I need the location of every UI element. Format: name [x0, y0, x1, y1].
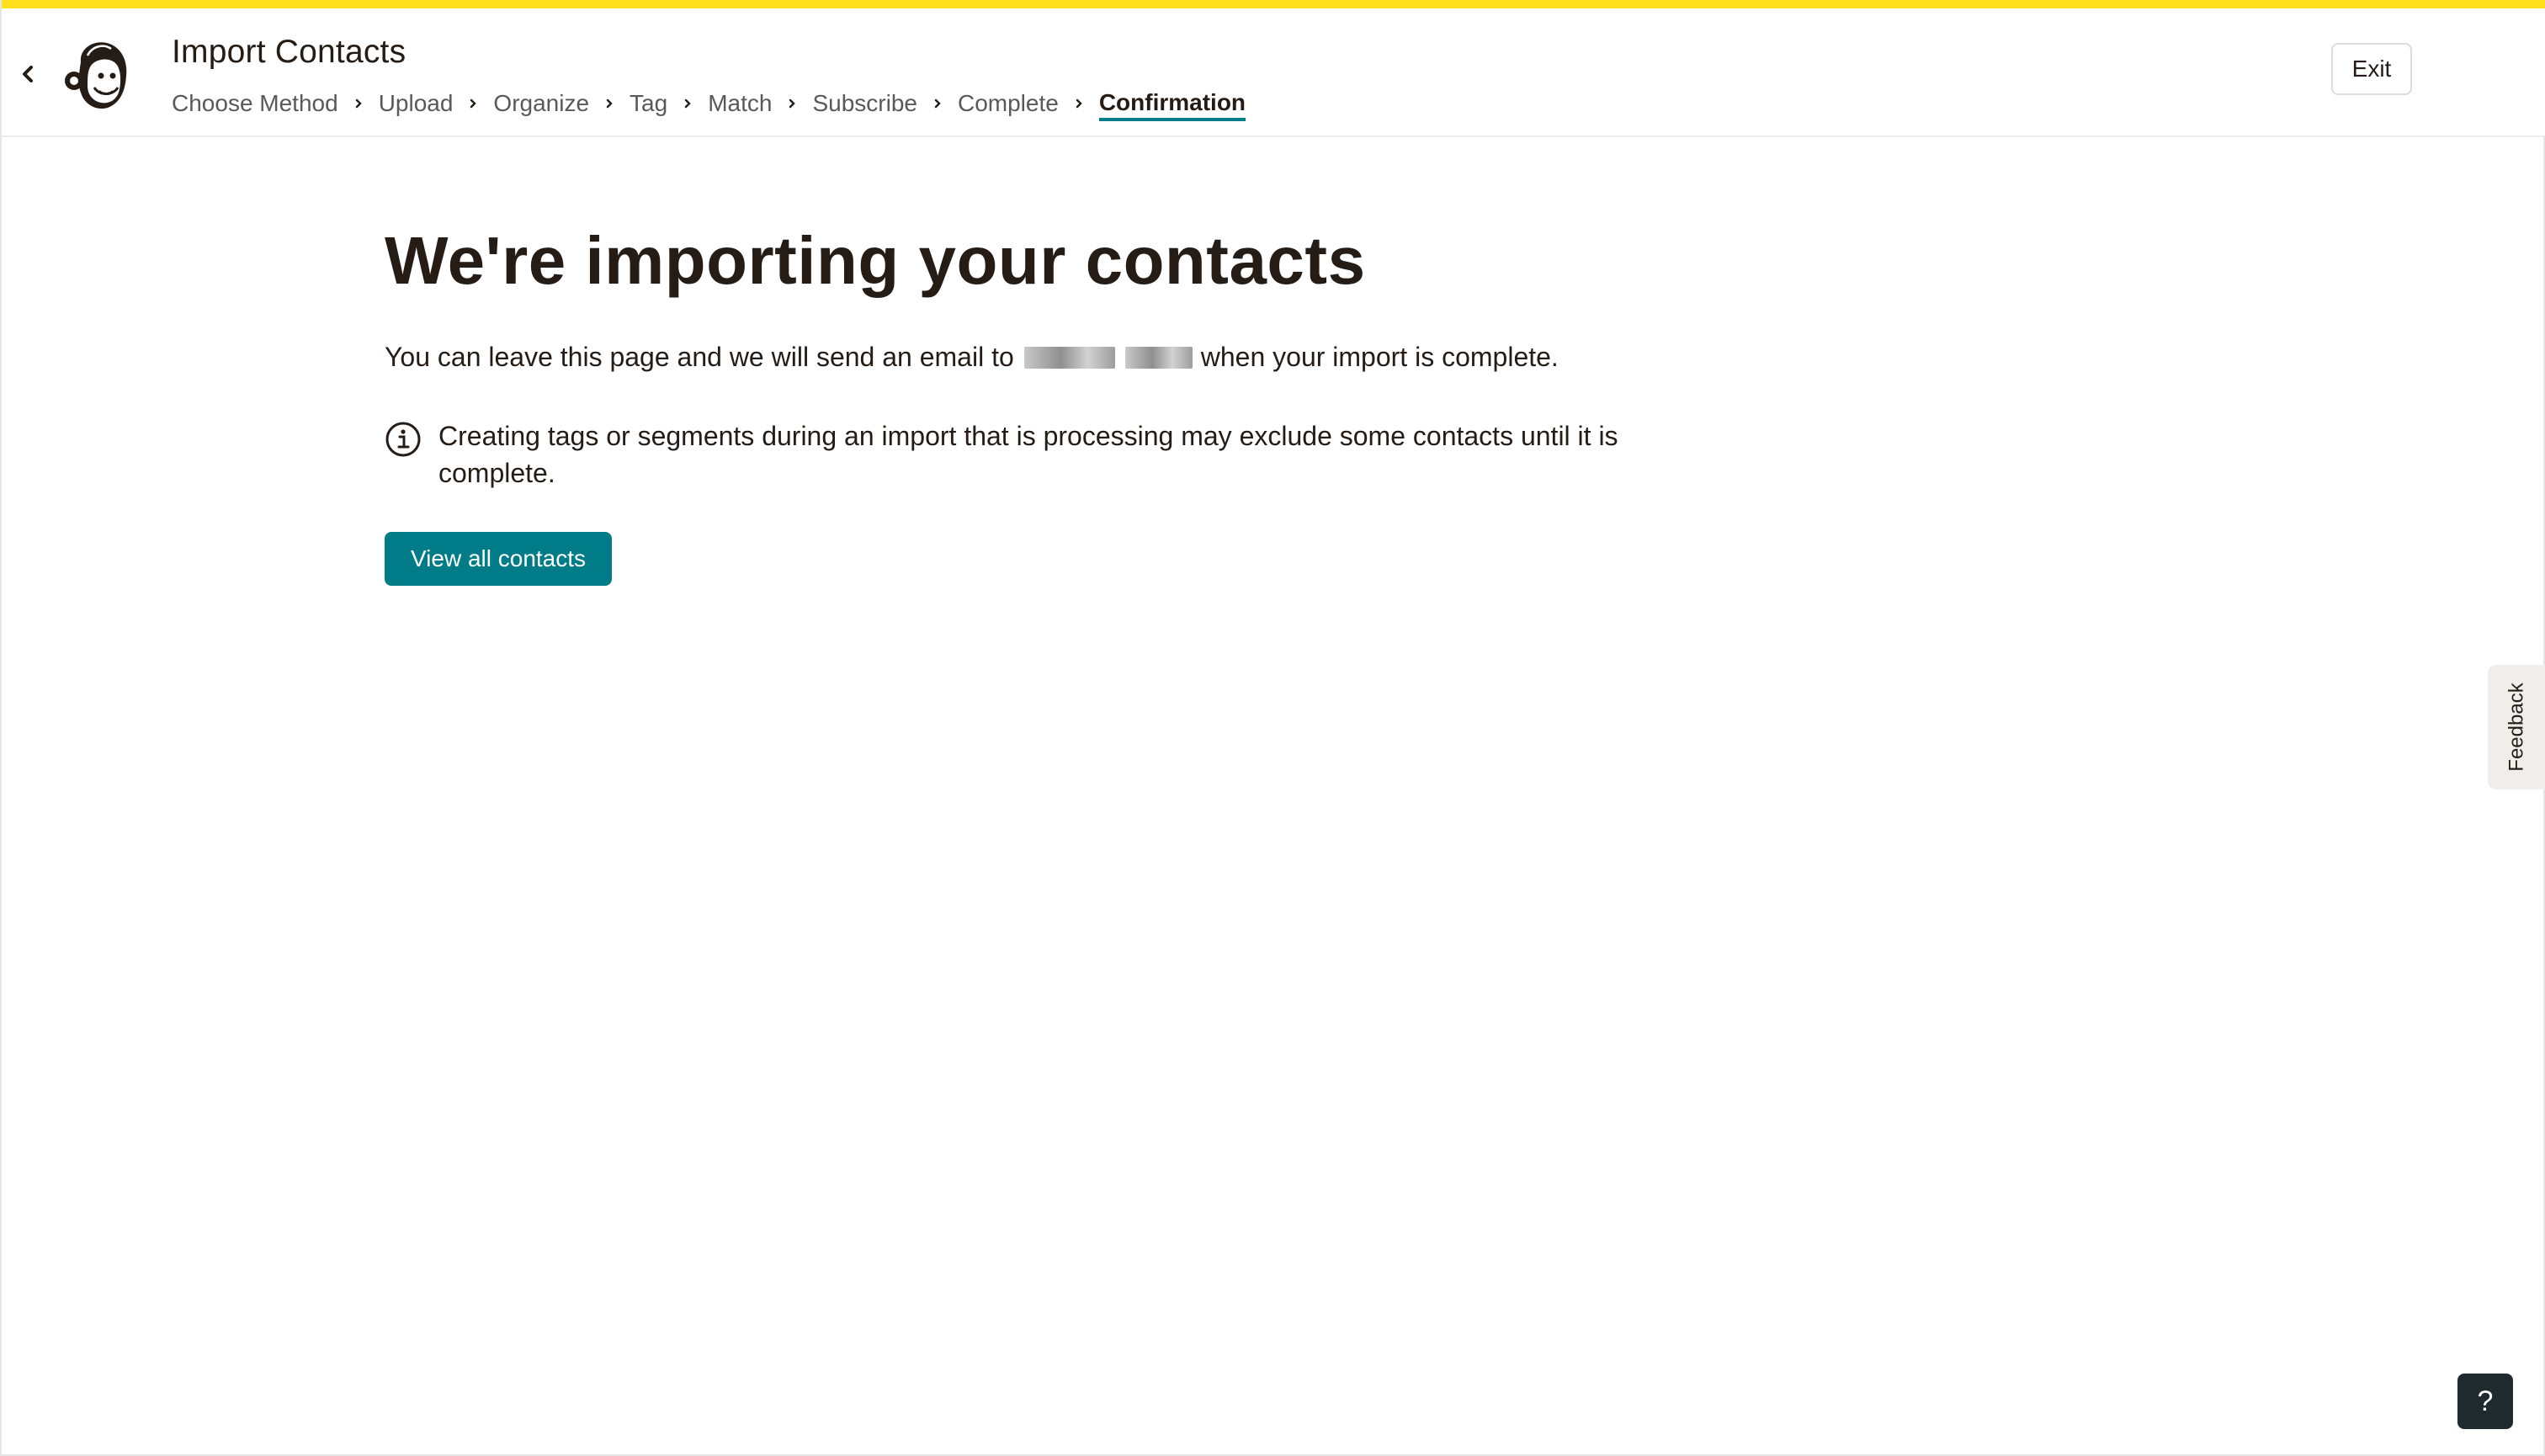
mailchimp-logo[interactable] — [62, 37, 131, 113]
app-window: Import Contacts Choose Method Upload Org… — [0, 0, 2545, 1456]
page-heading: We're importing your contacts — [385, 223, 1366, 298]
chevron-right-icon — [667, 98, 708, 109]
step-match[interactable]: Match — [708, 90, 772, 117]
step-organize[interactable]: Organize — [493, 90, 589, 117]
feedback-tab[interactable]: Feedback — [2488, 665, 2545, 789]
step-confirmation[interactable]: Confirmation — [1098, 89, 1246, 121]
step-subscribe[interactable]: Subscribe — [812, 90, 917, 117]
chevron-right-icon — [338, 98, 379, 109]
processing-notice: Creating tags or segments during an impo… — [385, 417, 1731, 492]
import-steps-breadcrumb: Choose Method Upload Organize Tag Match … — [172, 86, 1246, 121]
question-mark-icon: ? — [2477, 1384, 2494, 1417]
step-complete[interactable]: Complete — [958, 90, 1059, 117]
info-icon — [385, 422, 421, 457]
confirmation-content: We're importing your contacts You can le… — [385, 219, 1899, 586]
step-upload[interactable]: Upload — [379, 90, 454, 117]
redacted-email-part-2 — [1124, 346, 1193, 369]
help-button[interactable]: ? — [2457, 1374, 2513, 1429]
chevron-right-icon — [917, 98, 958, 109]
chevron-right-icon — [772, 98, 812, 109]
chevron-right-icon — [589, 98, 630, 109]
exit-button[interactable]: Exit — [2331, 43, 2412, 95]
lead-text-after: when your import is complete. — [1200, 342, 1559, 372]
view-all-contacts-button[interactable]: View all contacts — [385, 532, 612, 586]
notice-text: Creating tags or segments during an impo… — [438, 421, 1618, 488]
feedback-label: Feedback — [2505, 683, 2528, 772]
step-choose-method[interactable]: Choose Method — [172, 90, 338, 117]
chevron-left-icon — [23, 66, 33, 82]
lead-text-before: You can leave this page and we will send… — [385, 342, 1014, 372]
step-tag[interactable]: Tag — [630, 90, 667, 117]
chevron-right-icon — [453, 98, 493, 109]
redacted-email-part-1 — [1023, 346, 1115, 369]
chevron-right-icon — [1059, 98, 1099, 109]
back-button[interactable] — [13, 57, 42, 91]
import-header: Import Contacts Choose Method Upload Org… — [2, 8, 2545, 137]
page-title: Import Contacts — [172, 34, 406, 70]
lead-message: You can leave this page and we will send… — [385, 342, 1559, 373]
top-accent-bar — [2, 0, 2545, 8]
